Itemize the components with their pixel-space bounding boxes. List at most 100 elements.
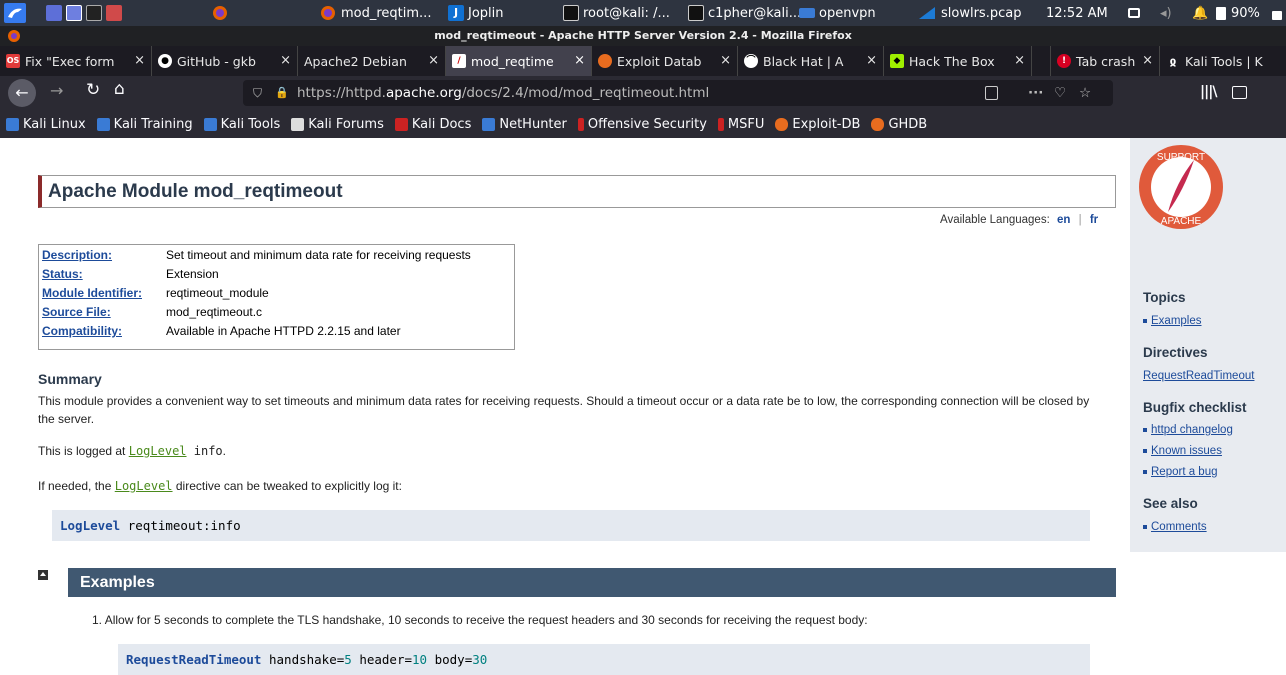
firefox-launcher-icon[interactable]: [212, 0, 234, 26]
battery-indicator[interactable]: 90%: [1216, 0, 1266, 26]
description-value: Set timeout and minimum data rate for re…: [166, 248, 471, 262]
window-label: Joplin: [468, 5, 504, 21]
taskbar-window-openvpn[interactable]: openvpn: [799, 0, 895, 26]
source-file-value: mod_reqtimeout.c: [166, 305, 263, 319]
tab-label: Apache2 Debian: [304, 53, 407, 69]
lang-separator: |: [1078, 214, 1082, 226]
close-tab-icon[interactable]: ×: [574, 53, 585, 68]
exploit-db-icon: [598, 54, 612, 68]
sidebar-toggle-icon[interactable]: [1232, 86, 1247, 99]
description-link[interactable]: Description:: [42, 246, 166, 265]
tab-fix-exec[interactable]: OS Fix "Exec form ×: [0, 46, 152, 76]
bookmark-msfu[interactable]: MSFU: [717, 117, 764, 132]
shield-icon[interactable]: ⛉: [253, 80, 262, 106]
close-tab-icon[interactable]: ×: [280, 53, 291, 68]
quickview-sidebar: SUPPORT APACHE Topics Examples Directive…: [1130, 138, 1286, 552]
taskbar-window-firefox[interactable]: mod_reqtim...: [320, 0, 448, 26]
close-tab-icon[interactable]: ×: [428, 53, 439, 68]
system-taskbar: mod_reqtim... J Joplin root@kali: /... c…: [0, 0, 1286, 26]
tab-github[interactable]: ● GitHub - gkb ×: [152, 46, 298, 76]
close-tab-icon[interactable]: ×: [1014, 53, 1025, 68]
close-tab-icon[interactable]: ×: [134, 53, 145, 68]
bookmark-nethunter[interactable]: NetHunter: [482, 117, 567, 132]
compatibility-link[interactable]: Compatibility:: [42, 322, 166, 341]
volume-icon[interactable]: ◂): [1160, 0, 1176, 26]
padlock-icon[interactable]: 🔒: [275, 80, 289, 106]
bugfix-link-known-issues[interactable]: Known issues: [1143, 445, 1222, 457]
directive-link-requestreadtimeout[interactable]: RequestReadTimeout: [1143, 370, 1254, 382]
summary-paragraph: This module provides a convenient way to…: [38, 394, 1090, 426]
tab-label: mod_reqtime: [471, 53, 554, 69]
taskbar-window-terminal-root[interactable]: root@kali: /...: [563, 0, 685, 26]
tab-kali-tools[interactable]: ჲ Kali Tools | K: [1160, 46, 1286, 76]
url-bar[interactable]: ⛉ 🔒 https://httpd.apache.org/docs/2.4/mo…: [243, 80, 1113, 106]
bookmark-kali-tools[interactable]: Kali Tools: [203, 117, 280, 132]
notification-bell-icon[interactable]: 🔔: [1192, 0, 1208, 26]
tab-label: Exploit Datab: [617, 53, 702, 69]
svg-text:APACHE: APACHE: [1161, 216, 1202, 227]
reader-view-icon[interactable]: [985, 86, 998, 100]
info-row: Module Identifier: reqtimeout_module: [42, 284, 511, 303]
example-1-text: 1. Allow for 5 seconds to complete the T…: [92, 613, 868, 627]
library-icon[interactable]: |||\: [1200, 84, 1217, 100]
tab-crashed[interactable]: ! Tab crash ×: [1050, 46, 1160, 76]
tab-hack-the-box[interactable]: ◆ Hack The Box ×: [884, 46, 1032, 76]
status-link[interactable]: Status:: [42, 265, 166, 284]
bookmark-offensive-security[interactable]: Offensive Security: [577, 117, 707, 132]
bullet-icon: [1143, 448, 1147, 453]
tab-label: Black Hat | A: [763, 53, 844, 69]
bookmark-ghdb[interactable]: GHDB: [871, 117, 927, 132]
bookmark-kali-linux[interactable]: Kali Linux: [6, 117, 86, 132]
see-also-link-comments[interactable]: Comments: [1143, 521, 1207, 533]
kali-forums-icon: [291, 117, 305, 131]
home-icon[interactable]: ⌂: [114, 79, 125, 99]
svg-text:SUPPORT: SUPPORT: [1157, 152, 1205, 163]
back-arrow-icon[interactable]: ←: [8, 79, 36, 107]
window-label: mod_reqtim...: [341, 5, 432, 21]
bookmark-kali-forums[interactable]: Kali Forums: [291, 117, 384, 132]
lang-fr-link[interactable]: fr: [1090, 214, 1098, 226]
close-tab-icon[interactable]: ×: [1142, 53, 1153, 68]
page-actions-icon[interactable]: ···: [1028, 80, 1043, 106]
taskbar-window-joplin[interactable]: J Joplin: [448, 0, 548, 26]
close-tab-icon[interactable]: ×: [866, 53, 877, 68]
bugfix-heading: Bugfix checklist: [1143, 400, 1247, 415]
close-tab-icon[interactable]: ×: [720, 53, 731, 68]
topic-link-examples[interactable]: Examples: [1143, 315, 1202, 327]
taskbar-window-terminal-c1pher[interactable]: c1pher@kali...: [688, 0, 812, 26]
tab-apache2-debian[interactable]: Apache2 Debian ×: [298, 46, 446, 76]
pocket-icon[interactable]: ♡: [1054, 80, 1066, 106]
source-file-link[interactable]: Source File:: [42, 303, 166, 322]
window-titlebar: mod_reqtimeout - Apache HTTP Server Vers…: [0, 26, 1286, 46]
lock-icon[interactable]: [1272, 0, 1286, 26]
bookmark-kali-docs[interactable]: Kali Docs: [394, 117, 471, 132]
workspace-switcher[interactable]: [46, 0, 126, 26]
taskbar-window-wireshark[interactable]: slowlrs.pcap: [918, 0, 1033, 26]
bookmark-kali-training[interactable]: Kali Training: [96, 117, 193, 132]
apache-feather-icon: /: [452, 54, 466, 68]
forward-arrow-icon[interactable]: →: [50, 81, 63, 100]
bugfix-link-report-bug[interactable]: Report a bug: [1143, 466, 1218, 478]
kali-menu-icon[interactable]: [4, 0, 34, 26]
display-icon[interactable]: [1128, 0, 1144, 26]
if-needed-paragraph: If needed, the LogLevel directive can be…: [38, 479, 402, 493]
reload-icon[interactable]: ↻: [86, 80, 100, 100]
loglevel-link[interactable]: LogLevel: [115, 479, 173, 493]
offsec-icon: [717, 117, 724, 131]
loglevel-link[interactable]: LogLevel: [129, 444, 187, 458]
tab-black-hat[interactable]: ⌒ Black Hat | A ×: [738, 46, 884, 76]
tab-mod-reqtimeout[interactable]: / mod_reqtime ×: [446, 46, 592, 76]
module-identifier-link[interactable]: Module Identifier:: [42, 284, 166, 303]
collapse-toggle-icon[interactable]: [38, 570, 48, 580]
lang-en-link[interactable]: en: [1057, 214, 1070, 226]
support-apache-logo[interactable]: SUPPORT APACHE: [1136, 142, 1226, 232]
clock[interactable]: 12:52 AM: [1046, 0, 1116, 26]
bugfix-link-changelog[interactable]: httpd changelog: [1143, 424, 1233, 436]
tab-label: GitHub - gkb: [177, 53, 256, 69]
bookmark-star-icon[interactable]: ☆: [1079, 80, 1091, 106]
bookmark-exploit-db[interactable]: Exploit-DB: [775, 117, 860, 132]
kali-dragon-icon: ჲ: [1169, 54, 1177, 68]
info-row: Source File: mod_reqtimeout.c: [42, 303, 511, 322]
tab-exploit-db[interactable]: Exploit Datab ×: [592, 46, 738, 76]
compatibility-value: Available in Apache HTTPD 2.2.15 and lat…: [166, 324, 401, 338]
